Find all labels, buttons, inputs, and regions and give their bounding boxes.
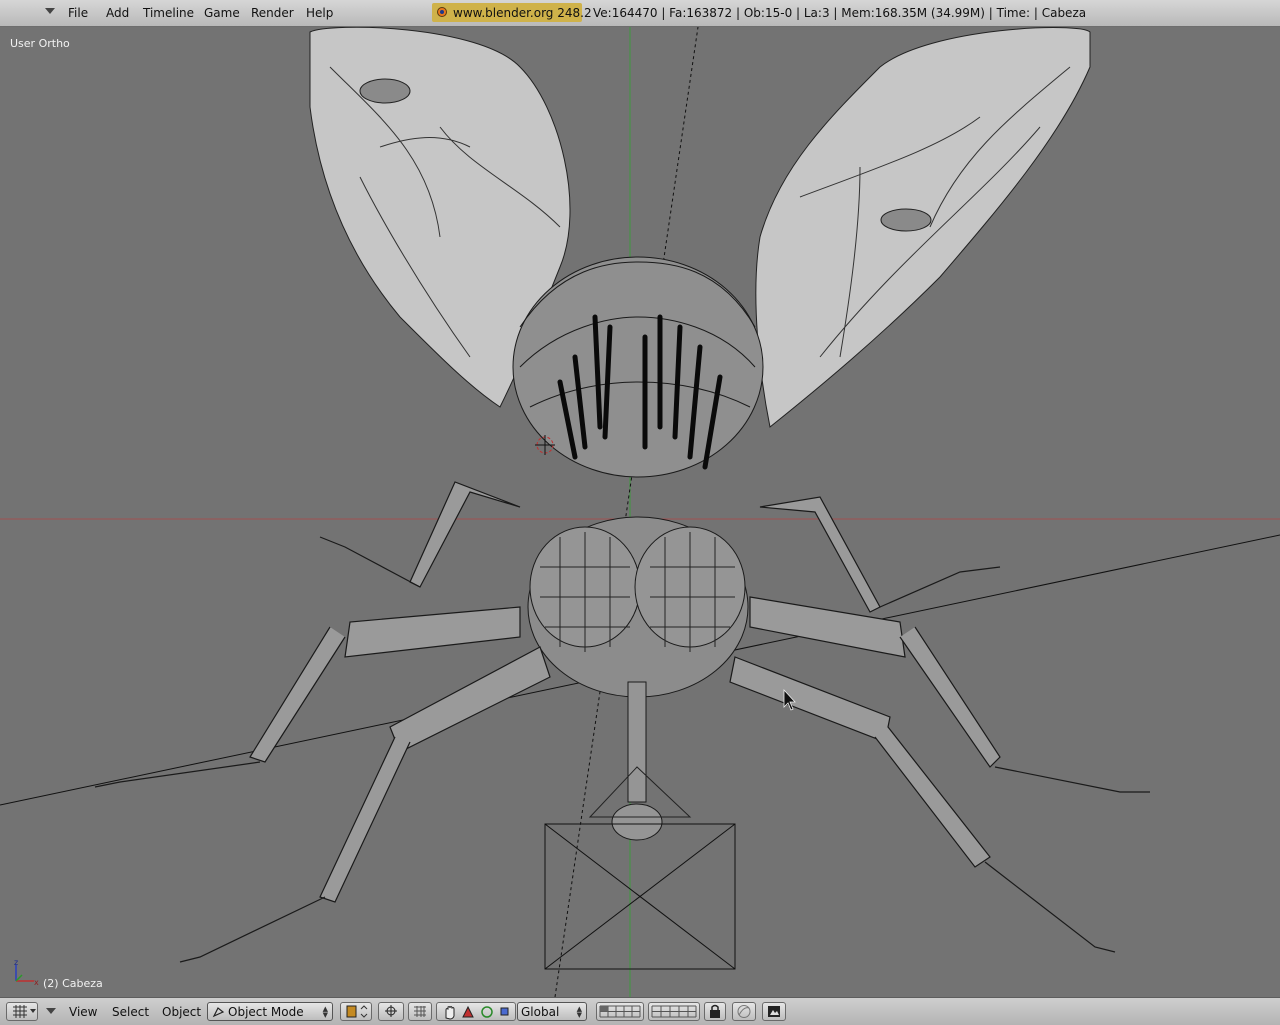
shading-button[interactable] [340,1002,372,1021]
layers-group-a[interactable] [596,1002,644,1021]
render-icon [768,1006,780,1017]
menu-collapse-icon[interactable] [46,1008,56,1015]
layers-group-b[interactable] [648,1002,700,1021]
spinner-icon: ▲ ▼ [576,1005,582,1019]
snap-icon [414,1006,426,1017]
spinner-icon: ▲ ▼ [322,1005,328,1019]
viewport-grid-icon [13,1005,36,1018]
pivot-icon [385,1005,397,1017]
menu-add[interactable]: Add [106,6,129,20]
mode-select[interactable]: Object Mode ▲ ▼ [207,1002,333,1021]
mode-select-value: Object Mode [228,1005,304,1019]
dashed-line [554,27,699,997]
menu-select[interactable]: Select [112,1005,149,1019]
render-preview-button[interactable] [762,1002,786,1021]
snap-button[interactable] [408,1002,432,1021]
menu-object[interactable]: Object [162,1005,201,1019]
lock-layers-button[interactable] [704,1002,726,1021]
hand-icon[interactable] [441,1004,459,1020]
layer-grid-icon [651,1005,697,1018]
axis-x-label: x [34,978,39,987]
proboscis [627,681,647,803]
thorax [512,256,764,478]
leg-back-left [389,646,551,753]
leg-front-left [409,481,521,588]
leg-front-right [759,496,881,613]
translate-icon[interactable] [461,1005,475,1019]
menu-view[interactable]: View [69,1005,97,1019]
orientation-select-value: Global [521,1005,560,1019]
blender-logo-icon [437,7,447,17]
viewport-scene [0,27,1280,997]
menu-game[interactable]: Game [204,6,240,20]
menu-file[interactable]: File [68,6,88,20]
menu-timeline[interactable]: Timeline [143,6,194,20]
scene-drawing [0,27,1280,997]
layer-grid-icon [599,1005,641,1018]
3d-viewport[interactable]: User Ortho z x (2) Cabeza [0,27,1280,997]
onion-button[interactable] [732,1002,756,1021]
leg-mid-left [344,606,521,658]
shading-icon [346,1005,368,1018]
blender-link-label: www.blender.org 248.2 [453,6,592,20]
leg-back-right [729,656,891,743]
axis-icon: z x [14,959,39,987]
active-object-label: (2) Cabeza [43,977,103,990]
scene-stats: Ve:164470 | Fa:163872 | Ob:15-0 | La:3 |… [593,6,1087,20]
menu-render[interactable]: Render [251,6,294,20]
pivot-button[interactable] [378,1002,404,1021]
object-mode-icon [212,1007,225,1018]
blender-link-button[interactable]: www.blender.org 248.2 [432,3,592,22]
view-label: User Ortho [10,37,70,50]
scale-icon[interactable] [499,1006,511,1018]
editor-type-button[interactable] [6,1002,38,1021]
axis-z-label: z [14,959,18,967]
menu-help[interactable]: Help [306,6,333,20]
rotate-icon[interactable] [480,1005,494,1019]
onion-icon [737,1005,751,1018]
orientation-select[interactable]: Global ▲ ▼ [517,1002,587,1021]
viewport-header: View Select Object Object Mode ▲ ▼ Globa… [0,997,1280,1025]
manipulator-group [436,1002,516,1021]
menu-triangle-icon[interactable] [45,8,55,14]
top-menu-bar: File Add Timeline Game Render Help www.b… [0,0,1280,27]
lock-icon [710,1004,720,1018]
